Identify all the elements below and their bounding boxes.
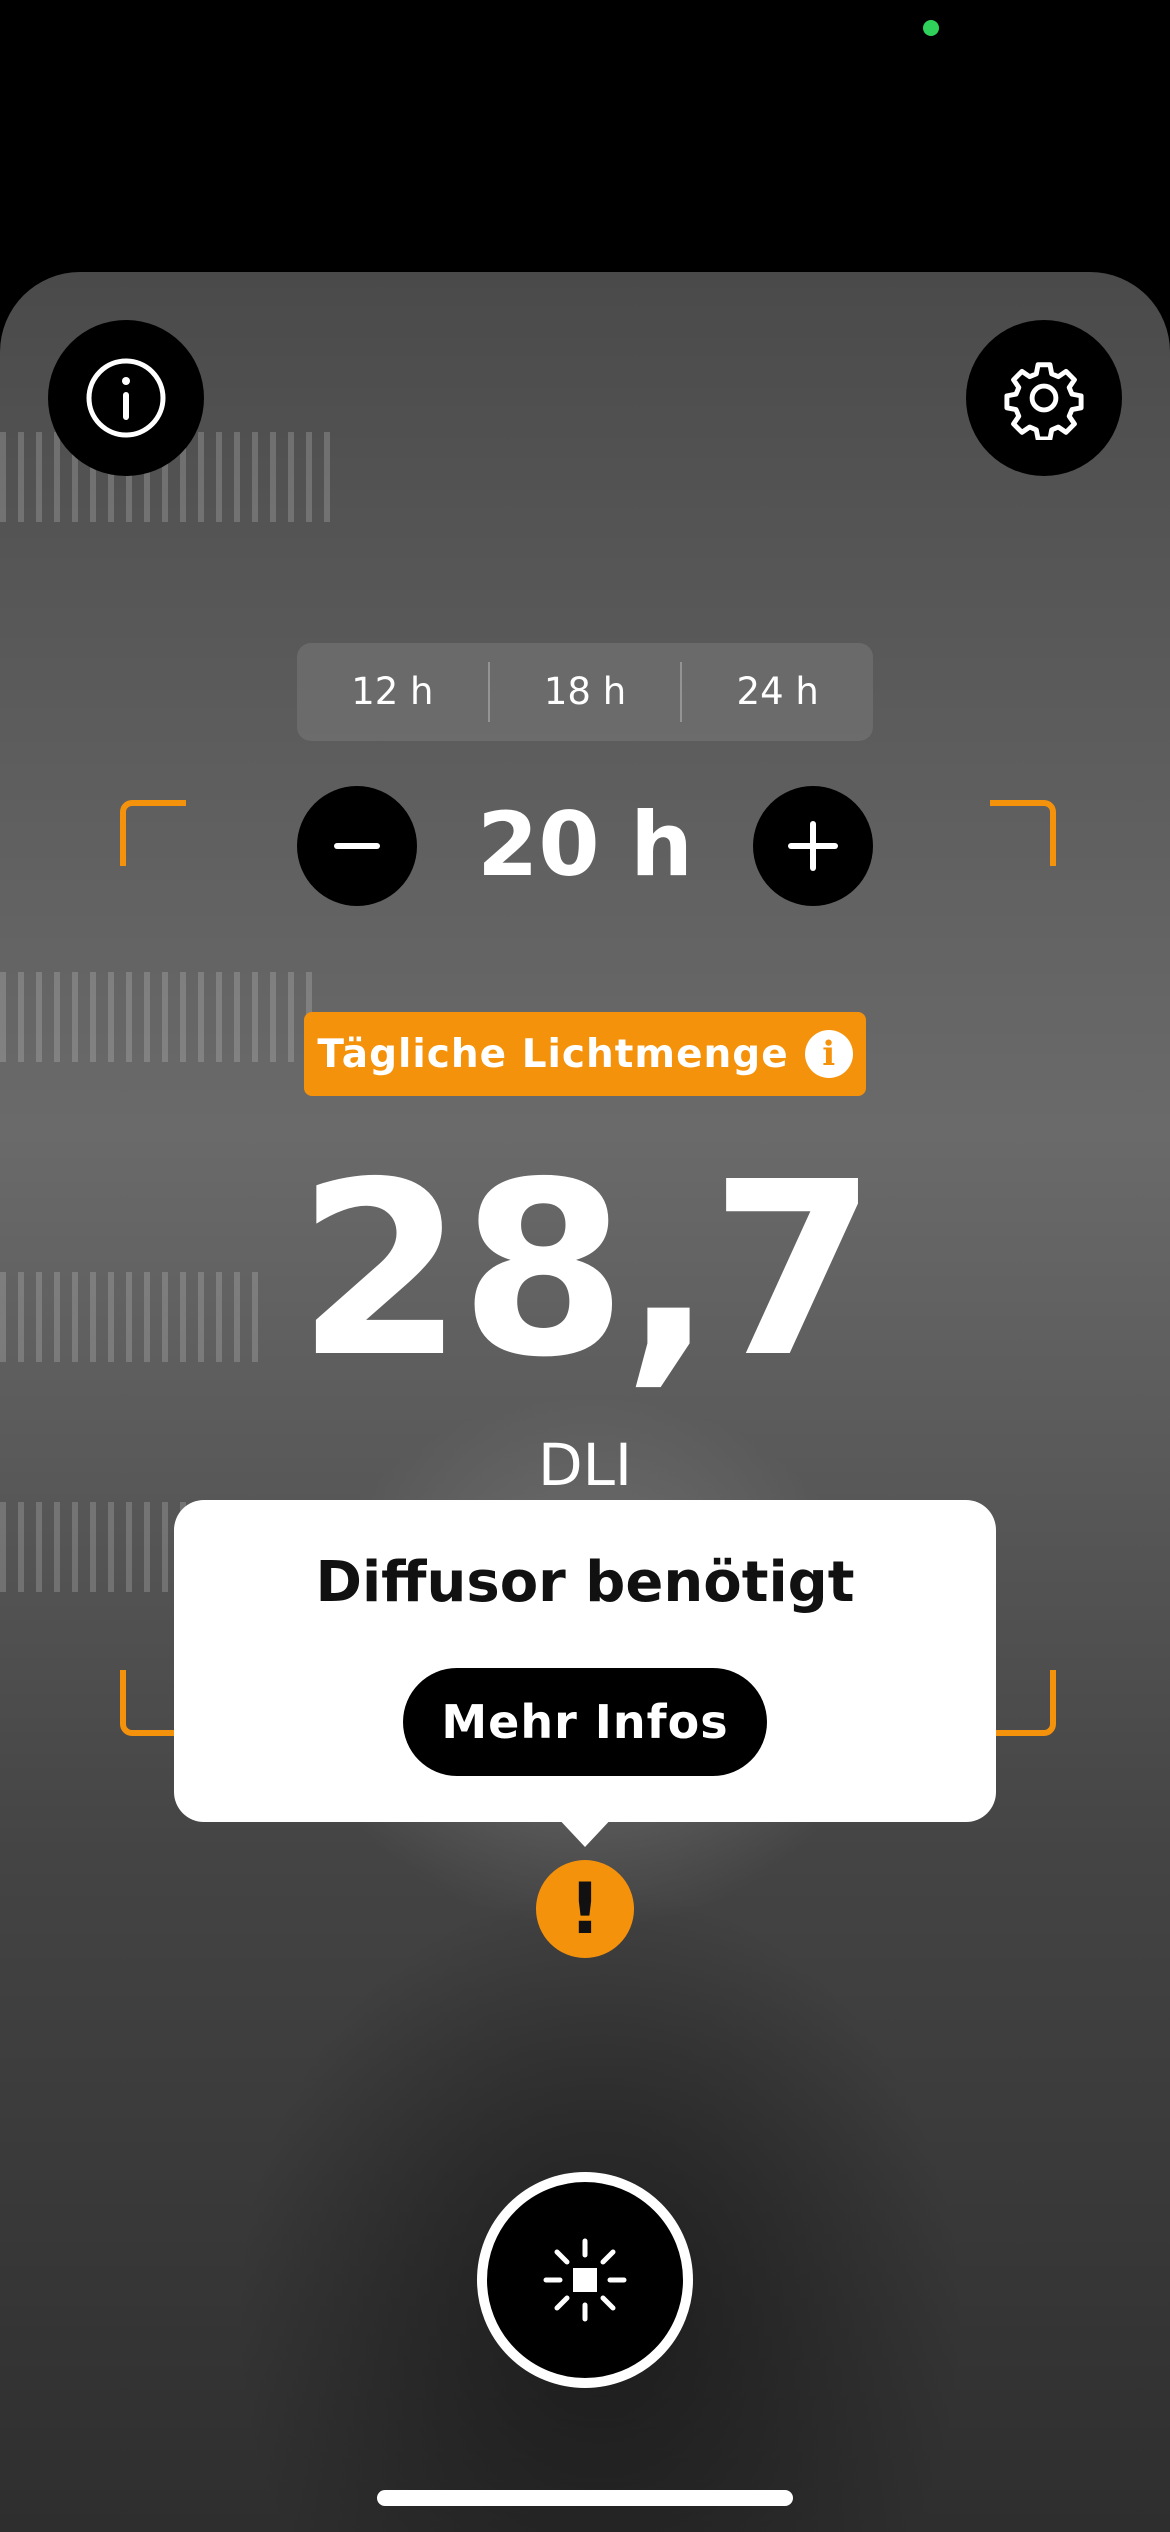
more-info-button[interactable]: Mehr Infos bbox=[403, 1668, 767, 1776]
minus-icon bbox=[334, 843, 380, 849]
dli-unit: DLI bbox=[537, 1431, 633, 1499]
hours-value: 20 h bbox=[477, 793, 693, 896]
exclamation-icon[interactable]: ! bbox=[536, 1860, 634, 1958]
status-indicator-dot bbox=[923, 20, 939, 36]
home-indicator[interactable] bbox=[377, 2490, 793, 2506]
popup-title: Diffusor benötigt bbox=[315, 1550, 855, 1615]
preset-12h[interactable]: 12 h bbox=[297, 643, 488, 741]
info-button[interactable] bbox=[48, 320, 204, 476]
diffuser-popup: Diffusor benötigt Mehr Infos bbox=[174, 1500, 996, 1822]
info-icon bbox=[86, 358, 166, 438]
daily-light-badge[interactable]: Tägliche Lichtmenge i bbox=[304, 1012, 866, 1096]
frame-corner-bottom-right bbox=[990, 1670, 1056, 1736]
popup-pointer bbox=[555, 1815, 615, 1847]
settings-button[interactable] bbox=[966, 320, 1122, 476]
background-shelf bbox=[0, 972, 320, 1062]
background-shelf bbox=[0, 1502, 200, 1592]
light-sensor-icon bbox=[543, 2238, 627, 2322]
measure-button[interactable] bbox=[477, 2172, 693, 2388]
gear-icon bbox=[1004, 362, 1084, 440]
info-icon: i bbox=[804, 1030, 853, 1078]
background-shelf bbox=[0, 1272, 260, 1362]
dli-value: 28,7 bbox=[296, 1130, 877, 1410]
plus-icon bbox=[788, 821, 838, 871]
decrease-hours-button[interactable] bbox=[297, 786, 417, 906]
frame-corner-top-right bbox=[990, 800, 1056, 866]
preset-24h[interactable]: 24 h bbox=[682, 643, 873, 741]
daily-light-label: Tägliche Lichtmenge bbox=[317, 1031, 789, 1077]
duration-presets: 12 h 18 h 24 h bbox=[297, 643, 873, 741]
frame-corner-top-left bbox=[120, 800, 186, 866]
increase-hours-button[interactable] bbox=[753, 786, 873, 906]
preset-18h[interactable]: 18 h bbox=[490, 643, 681, 741]
